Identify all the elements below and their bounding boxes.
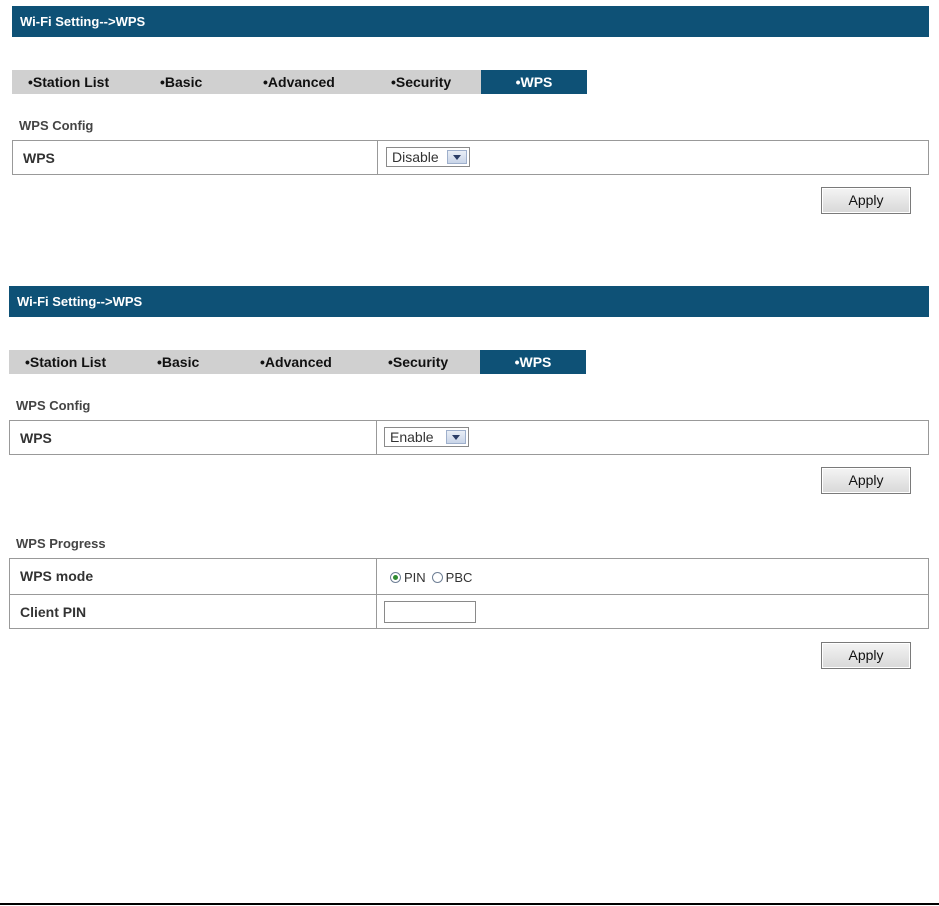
panel2-wps-label: WPS xyxy=(20,430,52,446)
column-divider xyxy=(376,421,377,454)
panel2-tab-station-list[interactable]: •Station List xyxy=(25,350,106,374)
panel2-wps-select-value: Enable xyxy=(390,429,434,445)
panel2-tab-bar: •Station List •Basic •Advanced •Security… xyxy=(9,350,586,374)
chevron-down-icon xyxy=(447,150,467,164)
panel2-wps-config-heading: WPS Config xyxy=(16,398,91,413)
panel1-tab-wps[interactable]: •WPS xyxy=(481,70,587,94)
panel1-tab-advanced[interactable]: •Advanced xyxy=(263,70,335,94)
panel2-wps-select[interactable]: Enable xyxy=(384,427,469,447)
panel1-title: Wi-Fi Setting-->WPS xyxy=(20,14,146,29)
panel1-wps-config-heading: WPS Config xyxy=(19,118,94,133)
panel1-wps-select[interactable]: Disable xyxy=(386,147,470,167)
pbc-radio[interactable] xyxy=(431,572,443,583)
panel2-tab-advanced[interactable]: •Advanced xyxy=(260,350,332,374)
bottom-divider xyxy=(0,903,939,905)
panel1-tab-bar: •Station List •Basic •Advanced •Security… xyxy=(12,70,587,94)
panel1-wps-label: WPS xyxy=(23,150,55,166)
panel1-wps-config-table: WPS Disable xyxy=(12,140,929,175)
panel1-tab-security[interactable]: •Security xyxy=(391,70,451,94)
panel2-wps-progress-table: WPS mode PIN PBC Client PIN xyxy=(9,558,929,629)
panel2-wps-progress-heading: WPS Progress xyxy=(16,536,106,551)
wps-mode-row: WPS mode PIN PBC xyxy=(10,559,928,594)
panel1-title-bar: Wi-Fi Setting-->WPS xyxy=(12,6,929,37)
panel1-wps-select-value: Disable xyxy=(392,149,439,165)
client-pin-input[interactable] xyxy=(384,601,476,623)
panel2-tab-basic[interactable]: •Basic xyxy=(157,350,199,374)
panel1-tab-basic[interactable]: •Basic xyxy=(160,70,202,94)
panel1-tab-station-list[interactable]: •Station List xyxy=(28,70,109,94)
client-pin-row: Client PIN xyxy=(10,594,928,629)
client-pin-label: Client PIN xyxy=(20,604,87,620)
panel1-apply-button[interactable]: Apply xyxy=(821,187,911,214)
wps-mode-options: PIN PBC xyxy=(390,569,478,587)
column-divider xyxy=(377,141,378,174)
panel2-wps-config-table: WPS Enable xyxy=(9,420,929,455)
panel2-progress-apply-button[interactable]: Apply xyxy=(821,642,911,669)
pbc-radio-label: PBC xyxy=(445,570,473,585)
panel2-tab-wps[interactable]: •WPS xyxy=(480,350,586,374)
panel2-apply-button[interactable]: Apply xyxy=(821,467,911,494)
pin-radio-label: PIN xyxy=(404,570,426,585)
panel2-title: Wi-Fi Setting-->WPS xyxy=(17,294,143,309)
panel2-title-bar: Wi-Fi Setting-->WPS xyxy=(9,286,929,317)
chevron-down-icon xyxy=(446,430,466,444)
panel2-tab-security[interactable]: •Security xyxy=(388,350,448,374)
pin-radio[interactable] xyxy=(390,572,401,583)
wps-mode-label: WPS mode xyxy=(20,568,94,584)
